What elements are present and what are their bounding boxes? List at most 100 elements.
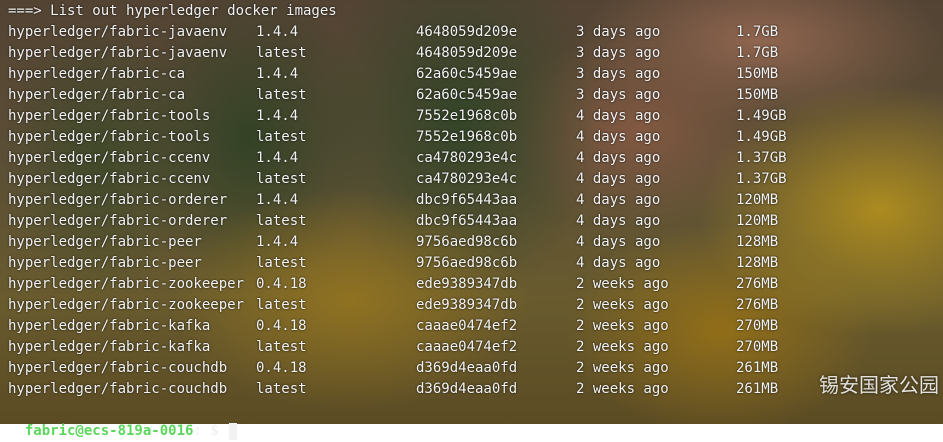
image-created: 2 weeks ago (576, 276, 669, 292)
image-created: 2 weeks ago (576, 360, 669, 376)
prompt-symbol: $ (210, 423, 228, 439)
table-row: hyperledger/fabric-zookeeper latest ede938… (8, 295, 943, 316)
table-row: hyperledger/fabric-kafka latest caaae0474e… (8, 337, 943, 358)
table-row: hyperledger/fabric-ccenv latest ca4780293e… (8, 169, 943, 190)
image-created: 2 weeks ago (576, 339, 669, 355)
image-repository: hyperledger/fabric-zookeeper (8, 297, 245, 313)
image-repository: hyperledger/fabric-ca (8, 87, 186, 103)
image-id: ca4780293e4c (416, 150, 518, 166)
image-size: 128MB (736, 234, 779, 250)
image-repository: hyperledger/fabric-peer (8, 255, 202, 271)
image-id: ca4780293e4c (416, 171, 518, 187)
image-repository: hyperledger/fabric-kafka (8, 339, 211, 355)
image-repository: hyperledger/fabric-javaenv (8, 24, 228, 40)
image-id: 62a60c5459ae (416, 87, 518, 103)
output-header: ===> List out hyperledger docker images (8, 3, 337, 19)
image-id: caaae0474ef2 (416, 318, 518, 334)
table-row: hyperledger/fabric-peer 1.4.4 9756aed98c6b… (8, 232, 943, 253)
image-repository: hyperledger/fabric-couchdb (8, 381, 228, 397)
image-repository: hyperledger/fabric-orderer (8, 213, 228, 229)
image-tag: 0.4.18 (256, 360, 307, 376)
text-cursor (229, 422, 238, 440)
prompt-user-host: fabric@ecs-819a-0016 (24, 423, 194, 439)
image-size: 1.37GB (736, 171, 787, 187)
image-created: 4 days ago (576, 108, 661, 124)
image-tag: latest (256, 45, 307, 61)
image-size: 1.37GB (736, 150, 787, 166)
image-size: 120MB (736, 192, 779, 208)
image-repository: hyperledger/fabric-orderer (8, 192, 228, 208)
image-created: 2 weeks ago (576, 381, 669, 397)
table-row: hyperledger/fabric-ca 1.4.4 62a60c5459ae 3 … (8, 64, 943, 85)
image-tag: 0.4.18 (256, 276, 307, 292)
image-size: 261MB (736, 360, 779, 376)
watermark-caption: 锡安国家公园 (819, 373, 939, 397)
table-row: hyperledger/fabric-ca latest 62a60c5459ae 3… (8, 85, 943, 106)
image-id: 9756aed98c6b (416, 255, 518, 271)
prompt-path: : (193, 423, 211, 439)
image-id: ede9389347db (416, 297, 518, 313)
image-repository: hyperledger/fabric-tools (8, 129, 211, 145)
image-created: 2 weeks ago (576, 297, 669, 313)
terminal-window[interactable]: ===> List out hyperledger docker images … (0, 0, 943, 424)
image-created: 4 days ago (576, 213, 661, 229)
table-row: hyperledger/fabric-peer latest 9756aed98c6… (8, 253, 943, 274)
image-id: dbc9f65443aa (416, 192, 518, 208)
image-created: 4 days ago (576, 255, 661, 271)
image-created: 4 days ago (576, 150, 661, 166)
image-tag: latest (256, 171, 307, 187)
shell-prompt[interactable]: fabric@ecs-819a-0016: $ (8, 400, 238, 440)
image-id: ede9389347db (416, 276, 518, 292)
image-id: dbc9f65443aa (416, 213, 518, 229)
image-size: 276MB (736, 276, 779, 292)
image-repository: hyperledger/fabric-ca (8, 66, 186, 82)
table-row: hyperledger/fabric-tools 1.4.4 7552e1968c0… (8, 106, 943, 127)
image-repository: hyperledger/fabric-ccenv (8, 150, 211, 166)
image-tag: latest (256, 213, 307, 229)
image-size: 1.49GB (736, 129, 787, 145)
image-repository: hyperledger/fabric-couchdb (8, 360, 228, 376)
image-size: 128MB (736, 255, 779, 271)
table-row: hyperledger/fabric-ccenv 1.4.4 ca4780293e4… (8, 148, 943, 169)
image-id: caaae0474ef2 (416, 339, 518, 355)
table-row: hyperledger/fabric-couchdb latest d369d4ea… (8, 379, 943, 400)
image-repository: hyperledger/fabric-tools (8, 108, 211, 124)
image-tag: 1.4.4 (256, 150, 299, 166)
image-size: 270MB (736, 339, 779, 355)
image-size: 1.7GB (736, 45, 779, 61)
image-size: 150MB (736, 87, 779, 103)
image-size: 276MB (736, 297, 779, 313)
image-tag: latest (256, 297, 307, 313)
image-repository: hyperledger/fabric-peer (8, 234, 202, 250)
image-size: 1.49GB (736, 108, 787, 124)
image-tag: 1.4.4 (256, 192, 299, 208)
image-created: 4 days ago (576, 234, 661, 250)
image-id: 9756aed98c6b (416, 234, 518, 250)
table-row: hyperledger/fabric-couchdb 0.4.18 d369d4ea… (8, 358, 943, 379)
image-created: 2 weeks ago (576, 318, 669, 334)
table-row: hyperledger/fabric-orderer 1.4.4 dbc9f6544… (8, 190, 943, 211)
image-tag: 0.4.18 (256, 318, 307, 334)
table-row: hyperledger/fabric-javaenv 1.4.4 4648059d2… (8, 22, 943, 43)
image-size: 261MB (736, 381, 779, 397)
image-id: 62a60c5459ae (416, 66, 518, 82)
image-created: 4 days ago (576, 171, 661, 187)
image-id: 4648059d209e (416, 24, 518, 40)
image-repository: hyperledger/fabric-ccenv (8, 171, 211, 187)
image-tag: 1.4.4 (256, 24, 299, 40)
image-id: d369d4eaa0fd (416, 360, 518, 376)
image-created: 4 days ago (576, 192, 661, 208)
docker-images-list: hyperledger/fabric-javaenv 1.4.4 4648059d2… (8, 22, 943, 400)
image-repository: hyperledger/fabric-zookeeper (8, 276, 245, 292)
image-created: 4 days ago (576, 129, 661, 145)
table-row: hyperledger/fabric-javaenv latest 4648059d… (8, 43, 943, 64)
image-tag: 1.4.4 (256, 234, 299, 250)
image-repository: hyperledger/fabric-javaenv (8, 45, 228, 61)
image-id: 7552e1968c0b (416, 129, 518, 145)
image-created: 3 days ago (576, 24, 661, 40)
image-tag: latest (256, 255, 307, 271)
image-tag: latest (256, 381, 307, 397)
image-size: 270MB (736, 318, 779, 334)
image-id: 7552e1968c0b (416, 108, 518, 124)
image-id: d369d4eaa0fd (416, 381, 518, 397)
